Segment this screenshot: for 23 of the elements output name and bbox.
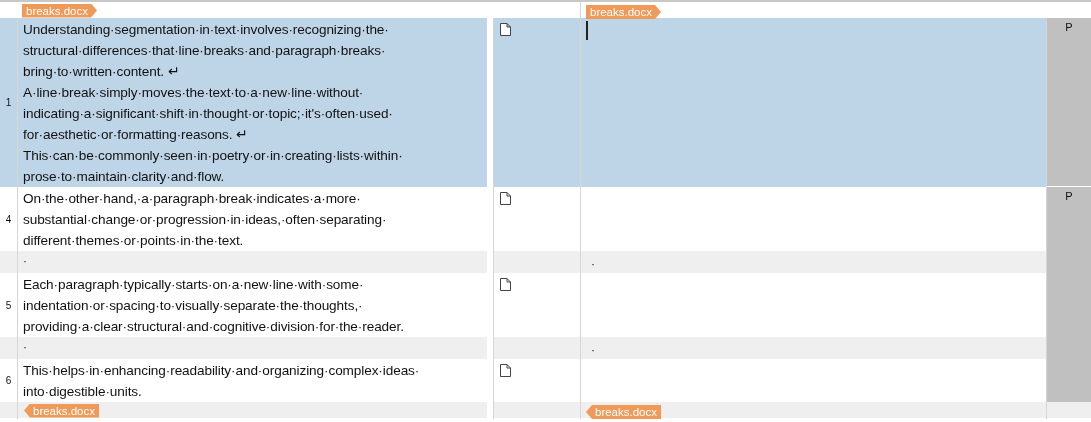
document-icon [500, 364, 511, 377]
source-text: This·helps·in·enhancing·readability·and·organizing·complex·ideas· into·digestible·units. [22, 362, 421, 401]
space-mark: · [22, 340, 27, 354]
segment-number: 4 [5, 213, 12, 225]
segment-number: 6 [5, 375, 12, 386]
source-text: On·the·other·hand,·a·paragraph·break·indicates·a·more· substantial·change·or·progression·in·ideas,·often·separating· different·themes·or·points·in·the·text. [22, 190, 388, 250]
document-icon [500, 278, 511, 291]
document-icon [500, 23, 511, 36]
space-mark: · [22, 254, 27, 268]
tag-label: breaks.docx [586, 5, 661, 19]
space-mark: · [590, 343, 595, 357]
status-letter: P [1065, 20, 1073, 35]
space-mark: · [590, 257, 595, 271]
source-text: Understanding·segmentation·in·text·involves·recognizing·the· structural·differences·that·line·breaks·and·paragraph·breaks· bring·to·written·content. ↵ A·line·break·simply·moves·the·text·to·a·new·line·without· indicating·a·significant·shift·in·thought·or·topic;·it's·often·used· for·aesthetic·or·formatting·reasons. ↵ This·can·be·commonly·seen·in·poetry·or·in·creating·lists·within· prose·to·maintain·clarity·and·flow. [22, 21, 404, 186]
segment-number: 1 [5, 97, 12, 108]
tag-label: breaks.docx [22, 3, 97, 18]
tag-label: breaks.docx [24, 403, 99, 418]
source-text: Each·paragraph·typically·starts·on·a·new·line·with·some· indentation·or·spacing·to·visually·separate·the·thoughts,· providing·a·clear·structural·and·cognitive·division·for·the·reader. [22, 276, 405, 336]
status-letter: P [1065, 189, 1073, 204]
segment-number: 5 [5, 299, 12, 311]
document-icon [500, 192, 511, 205]
segment-row[interactable] [0, 18, 1091, 187]
tag-label: breaks.docx [586, 405, 661, 419]
